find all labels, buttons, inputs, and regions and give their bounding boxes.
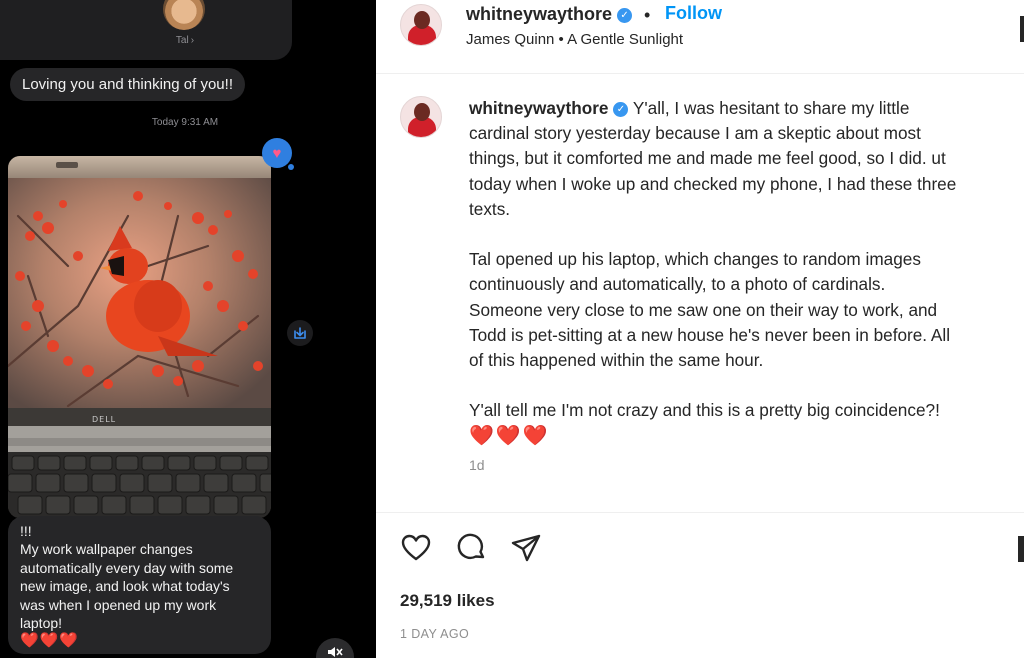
caption-line: continuously and automatically, to a pho… xyxy=(469,274,886,295)
caption-line: Todd is pet-sitting at a new house he's … xyxy=(469,324,951,345)
reply-line: new image, and look what today's xyxy=(20,578,230,595)
verified-icon: ✓ xyxy=(617,8,633,23)
comment-icon[interactable] xyxy=(456,532,488,564)
reply-hearts: ❤️❤️❤️ xyxy=(20,632,80,650)
post-header: whitneywaythore ✓ • Follow James Quinn • … xyxy=(376,0,1024,74)
heart-reaction-icon: ♥ xyxy=(262,138,292,168)
post-panel: whitneywaythore ✓ • Follow James Quinn • … xyxy=(376,0,1024,658)
chevron-right-icon: › xyxy=(190,35,195,46)
mute-icon[interactable] xyxy=(316,638,354,658)
bookmark-icon[interactable] xyxy=(1018,536,1024,562)
caption-avatar[interactable] xyxy=(400,96,442,138)
reply-line: My work wallpaper changes xyxy=(20,541,193,558)
caption: whitneywaythore ✓ Y'all, I was hesitant t… xyxy=(469,96,1024,449)
message-bubble: Loving you and thinking of you!! xyxy=(10,68,245,101)
laptop-photo-image: DELL xyxy=(8,156,271,518)
header-username-row: whitneywaythore ✓ xyxy=(466,4,633,25)
message-timestamp: Today 9:31 AM xyxy=(151,117,219,128)
verified-icon: ✓ xyxy=(613,102,629,117)
reply-bubble: !!! My work wallpaper changes automatica… xyxy=(8,516,271,654)
more-options-icon[interactable] xyxy=(1012,10,1024,44)
caption-line: Tal opened up his laptop, which changes … xyxy=(469,249,921,270)
contact-avatar xyxy=(163,0,205,30)
caption-hearts: ❤️❤️❤️ xyxy=(469,424,550,447)
caption-line: Someone very close to me saw one on thei… xyxy=(469,299,938,320)
divider xyxy=(376,512,1024,513)
contact-name-row: Tal › xyxy=(150,35,220,46)
caption-line: today when I woke up and checked my phon… xyxy=(469,173,957,194)
post-media[interactable]: Tal › Loving you and thinking of you!! To… xyxy=(0,0,376,658)
caption-line: Y'all tell me I'm not crazy and this is … xyxy=(469,400,940,421)
share-icon[interactable] xyxy=(510,532,542,564)
caption-line: of this happened within the same hour. xyxy=(469,350,764,371)
caption-line: cardinal story yesterday because I am a … xyxy=(469,123,921,144)
reply-line: !!! xyxy=(20,523,32,539)
heart-icon[interactable] xyxy=(400,532,432,564)
laptop-photo: DELL xyxy=(8,156,271,518)
caption-line: texts. xyxy=(469,198,511,219)
caption-line: things, but it comforted me and made me … xyxy=(469,148,946,169)
contact-name: Tal xyxy=(175,35,189,46)
audio-track[interactable]: James Quinn • A Gentle Sunlight xyxy=(466,31,683,48)
follow-button[interactable]: Follow xyxy=(665,3,722,24)
header-username[interactable]: whitneywaythore xyxy=(466,4,612,24)
save-icon[interactable] xyxy=(287,320,313,346)
caption-line: Y'all, I was hesitant to share my little xyxy=(632,98,910,118)
reply-line: automatically every day with some xyxy=(20,559,234,576)
post-date: 1 DAY AGO xyxy=(400,627,470,641)
likes-count[interactable]: 29,519 likes xyxy=(400,591,495,611)
avatar[interactable] xyxy=(400,4,442,46)
caption-username[interactable]: whitneywaythore xyxy=(469,98,608,118)
caption-timestamp[interactable]: 1d xyxy=(469,457,485,473)
reply-line: was when I opened up my work xyxy=(20,596,217,613)
message-header: Tal › xyxy=(0,0,292,60)
reaction-dot xyxy=(288,164,294,170)
separator-dot: • xyxy=(644,5,651,25)
reply-line: laptop! xyxy=(20,615,63,632)
laptop-brand-logo: DELL xyxy=(92,415,116,424)
